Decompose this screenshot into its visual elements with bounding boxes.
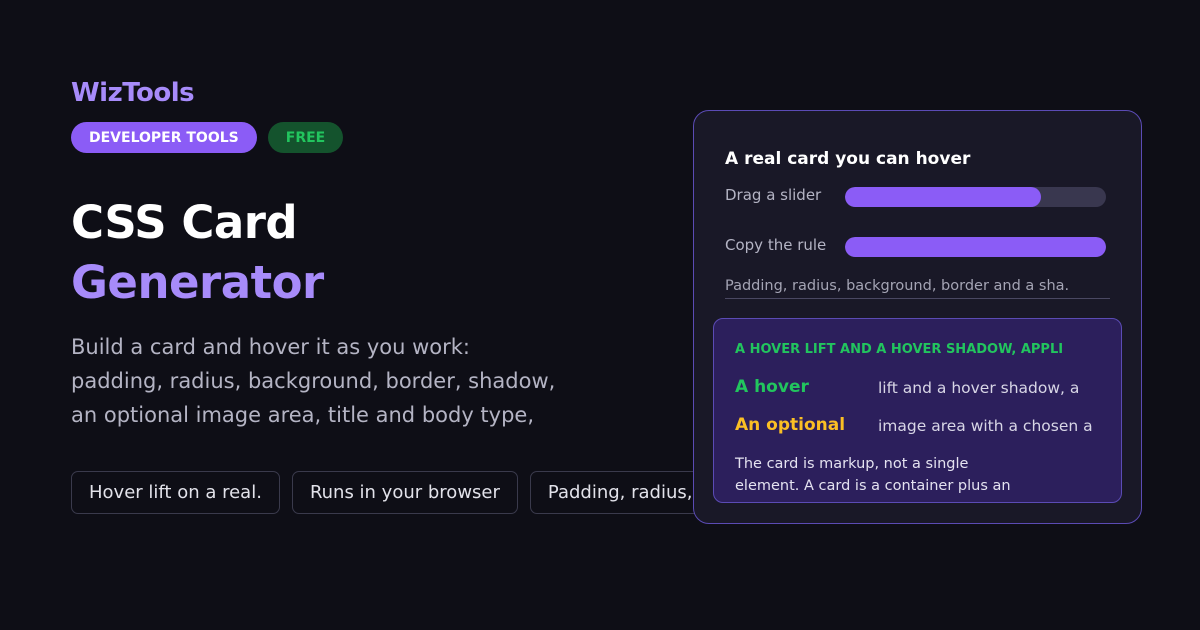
price-badge: FREE	[267, 122, 344, 153]
inner-row-key: An optional	[735, 415, 846, 435]
page-title-line-1: CSS Card	[71, 196, 298, 249]
inner-row-value: lift and a hover shadow, a	[878, 379, 1080, 397]
slider-fill	[845, 187, 1041, 207]
preview-card-note: Padding, radius, background, border and …	[725, 278, 1110, 299]
feature-chip: Runs in your browser	[291, 471, 518, 514]
inner-preview-card[interactable]: A HOVER LIFT AND A HOVER SHADOW, APPLI A…	[713, 318, 1122, 503]
preview-card[interactable]: A real card you can hover Drag a slider …	[693, 110, 1142, 524]
category-badge: DEVELOPER TOOLS	[71, 122, 257, 153]
inner-row-key: A hover	[735, 377, 809, 397]
copy-rule-track[interactable]	[845, 237, 1106, 257]
page-title-line-2: Generator	[71, 256, 324, 309]
inner-row-value: image area with a chosen a	[878, 417, 1093, 435]
slider-label: Drag a slider	[725, 186, 822, 204]
feature-chip: Hover lift on a real.	[71, 471, 280, 514]
copy-rule-fill	[845, 237, 1106, 257]
brand-logo: WizTools	[71, 78, 195, 108]
inner-card-body: The card is markup, not a single element…	[735, 453, 1011, 497]
page-description: Build a card and hover it as you work: p…	[71, 330, 555, 432]
slider-track[interactable]	[845, 187, 1106, 207]
feature-chips: Hover lift on a real. Runs in your brows…	[71, 471, 728, 514]
inner-body-line: element. A card is a container plus an	[735, 478, 1011, 494]
preview-card-title: A real card you can hover	[725, 149, 971, 169]
copy-rule-label: Copy the rule	[725, 236, 827, 254]
description-line: padding, radius, background, border, sha…	[71, 369, 556, 393]
description-line: Build a card and hover it as you work:	[71, 335, 470, 359]
inner-card-heading: A HOVER LIFT AND A HOVER SHADOW, APPLI	[735, 342, 1064, 357]
badge-group: DEVELOPER TOOLS FREE	[71, 122, 344, 153]
inner-body-line: The card is markup, not a single	[735, 456, 969, 472]
description-line: an optional image area, title and body t…	[71, 403, 535, 427]
